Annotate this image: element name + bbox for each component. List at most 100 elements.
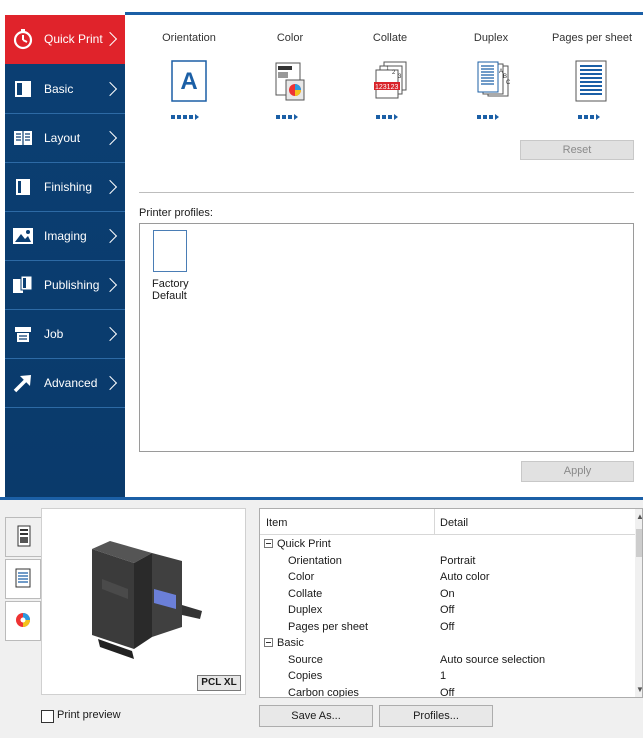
sidebar: Quick Print Basic Layout Finishing Imagi… (5, 15, 125, 500)
pages-per-sheet-selector[interactable] (578, 114, 600, 120)
collate-icon[interactable]: 1 2 3 123123 (370, 60, 412, 102)
table-row[interactable]: Pages per sheet Off (260, 619, 635, 636)
table-row[interactable]: Quick Print (260, 536, 635, 553)
chevron-right-icon (102, 130, 118, 146)
printer-profiles-label: Printer profiles: (139, 207, 213, 219)
printer-preview: PCL XL (41, 508, 246, 695)
printer-profiles-list[interactable]: Factory Default (139, 223, 634, 452)
row-item: Duplex (288, 604, 323, 616)
grid-header: Item Detail (260, 509, 635, 535)
orientation-column: Orientation (139, 32, 239, 44)
sidebar-item-label: Basic (44, 82, 74, 96)
row-item: Pages per sheet (288, 620, 369, 633)
scrollbar-thumb[interactable] (636, 529, 642, 557)
row-item: Copies (288, 670, 323, 682)
sidebar-item-layout[interactable]: Layout (5, 114, 125, 163)
scroll-up-icon[interactable]: ▲ (636, 512, 642, 521)
pages-per-sheet-header: Pages per sheet (551, 32, 633, 44)
color-selector[interactable] (276, 114, 298, 120)
row-detail: Auto source selection (440, 653, 546, 666)
sidebar-item-finishing[interactable]: Finishing (5, 163, 125, 212)
profile-name[interactable]: Factory Default (152, 278, 212, 302)
tab-printer-view[interactable] (5, 517, 41, 557)
sidebar-item-basic[interactable]: Basic (5, 65, 125, 114)
collate-selector[interactable] (376, 114, 398, 120)
table-row[interactable]: Orientation Portrait (260, 553, 635, 570)
sidebar-item-label: Layout (44, 131, 81, 145)
tab-page-view[interactable] (5, 559, 41, 599)
print-preview-checkbox[interactable] (41, 710, 54, 723)
arrow-icon (12, 372, 34, 394)
row-detail: Auto color (440, 571, 490, 583)
orientation-icon[interactable]: A (171, 60, 207, 102)
collapse-icon[interactable] (264, 638, 273, 647)
sidebar-item-imaging[interactable]: Imaging (5, 212, 125, 261)
row-item: Carbon copies (288, 686, 359, 698)
finishing-icon (12, 176, 34, 198)
orientation-selector[interactable] (171, 114, 199, 120)
layout-icon (12, 127, 34, 149)
detail-column-header[interactable]: Detail (440, 517, 468, 529)
sidebar-item-label: Quick Print (44, 32, 103, 46)
apply-button[interactable]: Apply (521, 461, 634, 482)
duplex-icon[interactable]: A B C (472, 60, 514, 102)
publishing-icon (12, 274, 34, 296)
scroll-down-icon[interactable]: ▼ (636, 685, 642, 694)
chevron-right-icon (102, 375, 118, 391)
save-as-button[interactable]: Save As... (259, 705, 373, 727)
sidebar-item-label: Finishing (44, 180, 93, 194)
settings-summary-grid[interactable]: Item Detail Quick Print Orientation Port… (259, 508, 643, 698)
row-item: Source (288, 653, 323, 666)
sidebar-item-advanced[interactable]: Advanced (5, 359, 125, 408)
profile-page-icon[interactable] (153, 230, 187, 272)
duplex-selector[interactable] (477, 114, 499, 120)
reset-button[interactable]: Reset (520, 140, 634, 160)
row-detail: Off (440, 604, 455, 616)
table-row[interactable]: Collate On (260, 586, 635, 603)
bottom-accent-line (0, 497, 643, 500)
collapse-icon[interactable] (264, 539, 273, 548)
printer-image (92, 541, 202, 659)
row-detail: Portrait (440, 554, 476, 567)
job-icon (12, 323, 34, 345)
table-row[interactable]: Copies 1 (260, 668, 635, 685)
chevron-right-icon (102, 326, 118, 342)
sidebar-item-job[interactable]: Job (5, 310, 125, 359)
table-row[interactable]: Color Auto color (260, 569, 635, 586)
row-detail: 1 (440, 670, 447, 682)
table-row[interactable]: Source Auto source selection (260, 652, 635, 669)
row-item: Quick Print (277, 538, 331, 550)
chevron-right-icon (102, 31, 118, 47)
pcl-xl-badge: PCL XL (197, 675, 241, 691)
row-detail: On (440, 587, 455, 600)
row-item: Collate (288, 587, 323, 600)
page-icon (12, 78, 34, 100)
orientation-header: Orientation (162, 32, 216, 44)
image-icon (12, 225, 34, 247)
pages-per-sheet-icon[interactable] (573, 60, 609, 102)
duplex-column: Duplex (441, 32, 541, 44)
item-column-header[interactable]: Item (266, 517, 287, 529)
sidebar-item-label: Job (44, 327, 64, 341)
sidebar-item-quick-print[interactable]: Quick Print (5, 15, 125, 64)
stopwatch-icon (12, 28, 34, 50)
sidebar-item-label: Imaging (44, 229, 87, 243)
print-preview-label[interactable]: Print preview (57, 709, 121, 721)
table-row[interactable]: Carbon copies Off (260, 685, 635, 698)
chevron-right-icon (102, 179, 118, 195)
table-row[interactable]: Duplex Off (260, 602, 635, 619)
chevron-right-icon (102, 277, 118, 293)
chevron-right-icon (102, 228, 118, 244)
tab-color-view[interactable] (5, 601, 41, 641)
vertical-scrollbar[interactable]: ▲ ▼ (635, 509, 642, 697)
document-icon (15, 568, 31, 591)
duplex-letter: C (506, 80, 511, 86)
row-item: Orientation (288, 554, 342, 567)
row-item: Color (288, 571, 315, 583)
table-row[interactable]: Basic (260, 635, 635, 652)
chevron-right-icon (102, 81, 118, 97)
color-icon[interactable] (272, 60, 308, 102)
sidebar-item-publishing[interactable]: Publishing (5, 261, 125, 310)
profiles-button[interactable]: Profiles... (379, 705, 493, 727)
collate-red-label: 123123 (375, 84, 398, 91)
